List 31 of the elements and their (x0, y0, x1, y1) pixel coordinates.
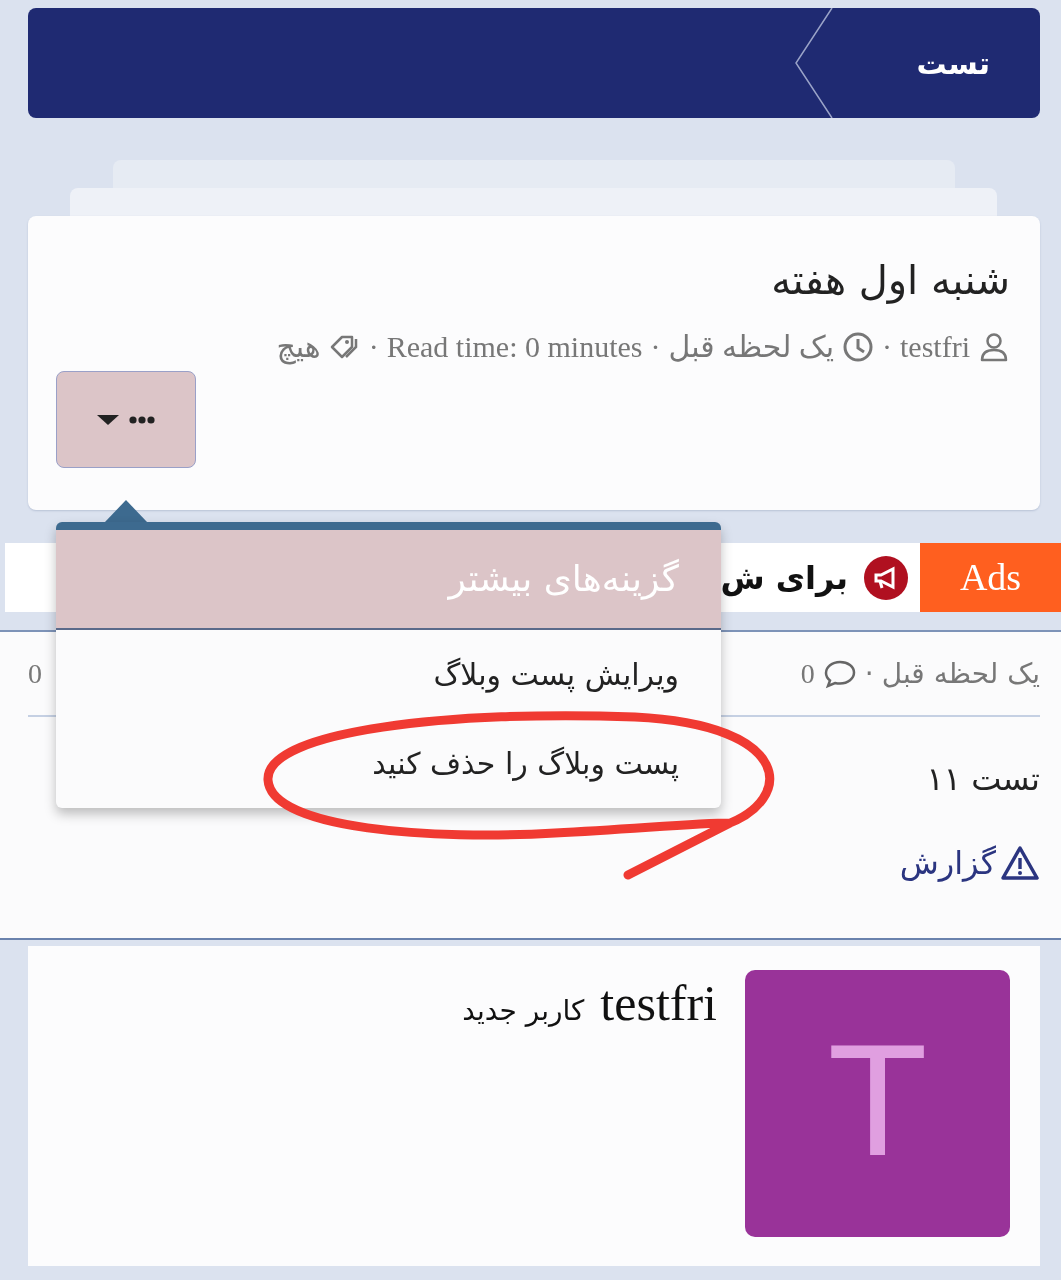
breadcrumb-item[interactable]: تست (844, 8, 1040, 118)
meta-text: Read time: 0 minutes (386, 330, 643, 363)
comment-icon (822, 658, 857, 689)
author-role: کاربر جدید (462, 993, 585, 1029)
ads-label: Ads (920, 543, 1061, 612)
ellipsis-icon (129, 413, 155, 426)
menu-item[interactable]: پست وبلاگ را حذف کنید (56, 719, 721, 808)
more-options-button[interactable] (56, 371, 196, 468)
caret-icon (97, 413, 119, 426)
count-text: 0 (28, 656, 42, 691)
clock-icon (842, 330, 874, 363)
comment-count: 0 (800, 656, 815, 691)
author-link[interactable]: testfri (900, 330, 970, 363)
ads-title: برای ش (720, 557, 848, 599)
post-title: شنبه اول هفته (770, 256, 1010, 304)
comment-text: تست ۱۱ (926, 759, 1040, 800)
tag-text: هیچ (276, 330, 321, 363)
menu-item[interactable]: ویرایش پست وبلاگ (56, 630, 721, 719)
comment-time: یک لحظه قبل (881, 655, 1040, 692)
megaphone-icon (864, 555, 908, 600)
user-icon (978, 330, 1010, 363)
separator: · (368, 330, 379, 363)
author-name: testfri (600, 978, 717, 1028)
meta-text: یک لحظه قبل (668, 330, 834, 363)
separator: · (864, 655, 874, 692)
warning-icon (1000, 845, 1040, 881)
separator: · (882, 330, 892, 363)
menu-header: گزینه‌های بیشتر (56, 530, 721, 630)
separator: · (650, 330, 661, 363)
avatar: T (745, 970, 1010, 1237)
report-link[interactable]: گزارش (899, 839, 1040, 887)
